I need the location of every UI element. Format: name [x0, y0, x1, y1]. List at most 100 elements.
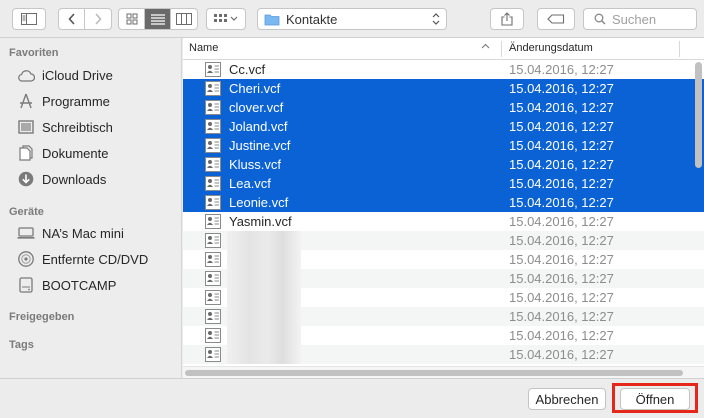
file-date: 15.04.2016, 12:27 [509, 233, 614, 248]
file-row[interactable]: 15.04.2016, 12:27 [183, 269, 704, 288]
file-name: Joland.vcf [229, 119, 288, 134]
folder-icon [264, 14, 280, 25]
sidebar-item-programme[interactable]: Programme [16, 90, 110, 112]
share-icon [501, 12, 513, 26]
sidebar-icon [21, 13, 37, 25]
file-row[interactable]: 15.04.2016, 12:27 [183, 307, 704, 326]
file-row[interactable]: 15.04.2016, 12:27 [183, 345, 704, 364]
share-button[interactable] [490, 8, 524, 30]
file-date: 15.04.2016, 12:27 [509, 252, 614, 267]
search-field[interactable] [583, 8, 697, 30]
group-by-button[interactable] [206, 8, 246, 30]
sidebar-item-label: Downloads [42, 171, 107, 187]
column-header-date[interactable]: Änderungsdatum [509, 42, 593, 54]
file-row[interactable]: 15.04.2016, 12:27 [183, 288, 704, 307]
file-row[interactable]: 15.04.2016, 12:27 [183, 250, 704, 269]
file-row[interactable]: Yasmin.vcf 15.04.2016, 12:27 [183, 212, 704, 231]
vcard-icon [205, 309, 221, 327]
chevron-left-icon [67, 13, 75, 25]
vcard-icon [205, 347, 221, 365]
sidebar-toggle-button[interactable] [12, 8, 46, 30]
column-view-button[interactable] [171, 9, 197, 29]
vcard-icon [205, 81, 221, 99]
sort-chevron-icon [481, 43, 490, 49]
forward-button[interactable] [85, 9, 111, 29]
sidebar-section-favorites: Favoriten [9, 47, 59, 59]
tag-button[interactable] [537, 8, 575, 30]
sidebar-section-tags: Tags [9, 339, 34, 351]
file-row[interactable]: 15.04.2016, 12:27 [183, 326, 704, 345]
computer-icon [16, 223, 36, 243]
file-date: 15.04.2016, 12:27 [509, 138, 614, 153]
list-header: Name Änderungsdatum [183, 38, 704, 60]
sidebar-item-label: Schreibtisch [42, 119, 113, 135]
file-date: 15.04.2016, 12:27 [509, 214, 614, 229]
blurred-file-name [227, 288, 301, 307]
blurred-file-name [227, 307, 301, 326]
blurred-file-name [227, 250, 301, 269]
back-button[interactable] [59, 9, 85, 29]
file-name: Cc.vcf [229, 62, 266, 77]
column-header-name[interactable]: Name [189, 42, 218, 54]
sidebar-section-devices: Geräte [9, 206, 44, 218]
file-row[interactable]: Leonie.vcf 15.04.2016, 12:27 [183, 193, 704, 212]
sidebar-section-shared: Freigegeben [9, 311, 75, 323]
vcard-icon [205, 214, 221, 232]
file-date: 15.04.2016, 12:27 [509, 81, 614, 96]
vertical-scrollbar[interactable] [695, 62, 702, 168]
file-row[interactable]: Justine.vcf 15.04.2016, 12:27 [183, 136, 704, 155]
search-input[interactable] [612, 11, 692, 27]
vcard-icon [205, 138, 221, 156]
cancel-button[interactable]: Abbrechen [528, 388, 606, 410]
file-name: Lea.vcf [229, 176, 271, 191]
list-view-button[interactable] [145, 9, 171, 29]
nav-buttons [58, 8, 112, 30]
sidebar-item-downloads[interactable]: Downloads [16, 168, 106, 190]
file-row[interactable]: Cc.vcf 15.04.2016, 12:27 [183, 60, 704, 79]
file-row[interactable]: clover.vcf 15.04.2016, 12:27 [183, 98, 704, 117]
blurred-file-name [227, 269, 301, 288]
sidebar-item-label: Entfernte CD/DVD [42, 251, 149, 267]
file-row[interactable]: Lea.vcf 15.04.2016, 12:27 [183, 174, 704, 193]
horizontal-scroll-track [183, 366, 704, 378]
sidebar: Favoriten iCloud Drive Programme Schreib… [0, 38, 182, 378]
file-row[interactable]: Cheri.vcf 15.04.2016, 12:27 [183, 79, 704, 98]
icon-view-button[interactable] [119, 9, 145, 29]
file-name: Leonie.vcf [229, 195, 289, 210]
sidebar-item-schreibtisch[interactable]: Schreibtisch [16, 116, 113, 138]
file-name: Kluss.vcf [229, 157, 282, 172]
file-row[interactable]: Joland.vcf 15.04.2016, 12:27 [183, 117, 704, 136]
blurred-file-name [227, 326, 301, 345]
chevron-right-icon [95, 13, 102, 25]
file-row[interactable]: Kluss.vcf 15.04.2016, 12:27 [183, 155, 704, 174]
file-date: 15.04.2016, 12:27 [509, 176, 614, 191]
list-icon [150, 13, 165, 25]
file-name: Justine.vcf [229, 138, 291, 153]
sidebar-item-dokumente[interactable]: Dokumente [16, 142, 108, 164]
file-date: 15.04.2016, 12:27 [509, 309, 614, 324]
vcard-icon [205, 62, 221, 80]
location-popup[interactable]: Kontakte [257, 8, 447, 30]
sidebar-item-remote-disc[interactable]: Entfernte CD/DVD [16, 248, 148, 270]
sidebar-item-icloud-drive[interactable]: iCloud Drive [16, 64, 113, 86]
file-list: Name Änderungsdatum Cc.vcf 15.04.2016, 12… [183, 38, 704, 378]
file-date: 15.04.2016, 12:27 [509, 328, 614, 343]
file-row[interactable]: 15.04.2016, 12:27 [183, 231, 704, 250]
vcard-icon [205, 100, 221, 118]
arrange-icon [214, 14, 238, 22]
file-date: 15.04.2016, 12:27 [509, 157, 614, 172]
grid-icon [126, 13, 137, 25]
sidebar-item-mac-mini[interactable]: NA’s Mac mini [16, 222, 124, 244]
column-separator[interactable] [679, 41, 680, 57]
columns-icon [176, 13, 192, 25]
file-date: 15.04.2016, 12:27 [509, 290, 614, 305]
vcard-icon [205, 233, 221, 251]
vcard-icon [205, 271, 221, 289]
desktop-icon [16, 117, 36, 137]
horizontal-scrollbar[interactable] [185, 370, 683, 376]
column-separator[interactable] [501, 41, 502, 57]
location-label: Kontakte [286, 11, 338, 27]
file-name: Cheri.vcf [229, 81, 281, 96]
sidebar-item-bootcamp[interactable]: BOOTCAMP [16, 274, 116, 296]
sidebar-item-label: BOOTCAMP [42, 277, 117, 293]
